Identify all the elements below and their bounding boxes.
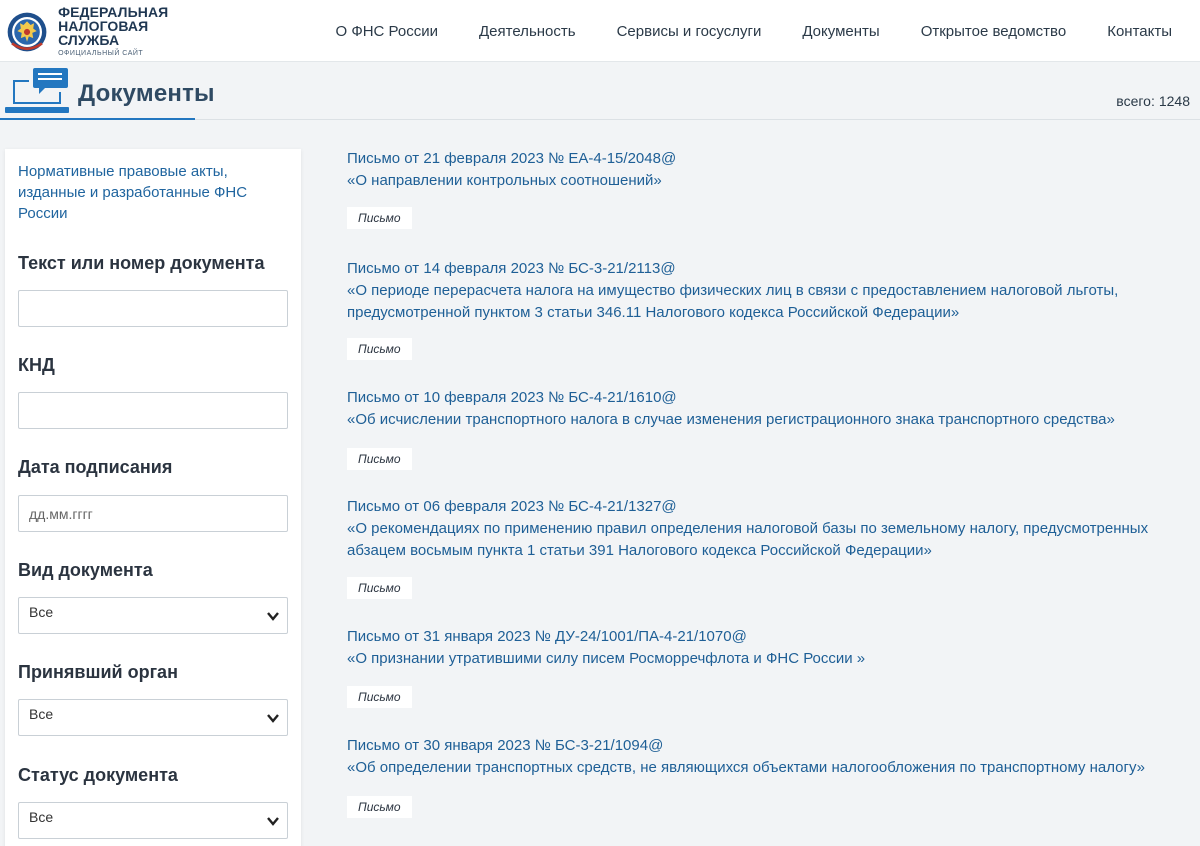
nav-item-contacts[interactable]: Контакты — [1107, 23, 1172, 40]
title-underline-accent — [0, 118, 195, 120]
document-subject: «О периоде перерасчета налога на имущест… — [347, 282, 1119, 299]
main-nav: О ФНС России Деятельность Сервисы и госу… — [294, 0, 1172, 62]
doc-type-value: Все — [29, 604, 54, 620]
document-subject-cont: абзацем восьмым пункта 1 статьи 391 Нало… — [347, 542, 932, 559]
list-item: Письмо от 30 января 2023 № БС-3-21/1094@… — [347, 735, 1195, 818]
nav-item-activity[interactable]: Деятельность — [479, 23, 576, 40]
list-item: Письмо от 31 января 2023 № ДУ-24/1001/ПА… — [347, 626, 1195, 708]
document-subject: «О направлении контрольных соотношений» — [347, 172, 662, 189]
documents-laptop-icon — [5, 68, 69, 113]
document-subject-cont: предусмотренной пунктом 3 статьи 346.11 … — [347, 304, 960, 321]
document-type-badge: Письмо — [347, 448, 412, 470]
document-link[interactable]: Письмо от 10 февраля 2023 № БС-4-21/1610… — [347, 387, 1195, 431]
fns-emblem-icon — [7, 12, 47, 52]
chevron-down-icon — [267, 612, 279, 621]
chevron-down-icon — [267, 817, 279, 826]
total-value: 1248 — [1158, 93, 1190, 109]
status-label: Статус документа — [18, 765, 178, 785]
logo-line-2: НАЛОГОВАЯ СЛУЖБА — [58, 18, 149, 48]
nav-item-documents[interactable]: Документы — [802, 23, 879, 40]
page-header: Документы всего: 1248 — [0, 62, 1200, 120]
text-number-label: Текст или номер документа — [18, 253, 265, 273]
list-item: Письмо от 10 февраля 2023 № БС-4-21/1610… — [347, 387, 1195, 470]
document-type-badge: Письмо — [347, 207, 412, 229]
document-link[interactable]: Письмо от 31 января 2023 № ДУ-24/1001/ПА… — [347, 626, 1195, 670]
document-number: Письмо от 31 января 2023 № ДУ-24/1001/ПА… — [347, 628, 747, 645]
section-link-normative-acts[interactable]: Нормативные правовые акты, изданные и ра… — [18, 161, 278, 224]
title-underline — [195, 119, 1200, 120]
site-logo[interactable]: ФЕДЕРАЛЬНАЯ НАЛОГОВАЯ СЛУЖБА ОФИЦИАЛЬНЫЙ… — [5, 5, 195, 57]
document-subject: «О рекомендациях по применению правил оп… — [347, 520, 1149, 537]
document-link[interactable]: Письмо от 06 февраля 2023 № БС-4-21/1327… — [347, 496, 1195, 562]
document-type-badge: Письмо — [347, 338, 412, 360]
filter-sidebar: Нормативные правовые акты, изданные и ра… — [5, 149, 301, 846]
sign-date-label: Дата подписания — [18, 457, 173, 477]
document-type-badge: Письмо — [347, 796, 412, 818]
document-subject: «О признании утратившими силу писем Росм… — [347, 650, 866, 667]
document-number: Письмо от 21 февраля 2023 № ЕА-4-15/2048… — [347, 150, 677, 167]
nav-item-open-agency[interactable]: Открытое ведомство — [921, 23, 1067, 40]
agency-select[interactable]: Все — [18, 699, 288, 736]
top-bar: ФЕДЕРАЛЬНАЯ НАЛОГОВАЯ СЛУЖБА ОФИЦИАЛЬНЫЙ… — [0, 0, 1200, 62]
status-select[interactable]: Все — [18, 802, 288, 839]
list-item: Письмо от 21 февраля 2023 № ЕА-4-15/2048… — [347, 148, 1195, 229]
list-item: Письмо от 14 февраля 2023 № БС-3-21/2113… — [347, 258, 1195, 360]
nav-item-about[interactable]: О ФНС России — [335, 23, 438, 40]
document-number: Письмо от 06 февраля 2023 № БС-4-21/1327… — [347, 498, 677, 515]
page-title: Документы — [78, 80, 215, 107]
agency-value: Все — [29, 706, 54, 722]
document-number: Письмо от 30 января 2023 № БС-3-21/1094@ — [347, 737, 664, 754]
doc-type-label: Вид документа — [18, 560, 153, 580]
text-number-input[interactable] — [18, 290, 288, 327]
knd-input[interactable] — [18, 392, 288, 429]
nav-item-services[interactable]: Сервисы и госуслуги — [617, 23, 762, 40]
sign-date-input[interactable] — [18, 495, 288, 532]
logo-line-3: ОФИЦИАЛЬНЫЙ САЙТ — [58, 50, 144, 57]
document-number: Письмо от 10 февраля 2023 № БС-4-21/1610… — [347, 389, 677, 406]
status-value: Все — [29, 809, 54, 825]
document-link[interactable]: Письмо от 14 февраля 2023 № БС-3-21/2113… — [347, 258, 1195, 324]
document-link[interactable]: Письмо от 21 февраля 2023 № ЕА-4-15/2048… — [347, 148, 1195, 192]
chevron-down-icon — [267, 714, 279, 723]
agency-label: Принявший орган — [18, 662, 178, 682]
doc-type-select[interactable]: Все — [18, 597, 288, 634]
document-type-badge: Письмо — [347, 577, 412, 599]
document-number: Письмо от 14 февраля 2023 № БС-3-21/2113… — [347, 260, 676, 277]
total-count: всего: 1248 — [1116, 93, 1190, 109]
total-label: всего: — [1116, 93, 1155, 109]
list-item: Письмо от 06 февраля 2023 № БС-4-21/1327… — [347, 496, 1195, 599]
knd-label: КНД — [18, 355, 55, 375]
document-subject: «Об определении транспортных средств, не… — [347, 759, 1146, 776]
logo-line-1: ФЕДЕРАЛЬНАЯ — [58, 4, 169, 20]
logo-text: ФЕДЕРАЛЬНАЯ НАЛОГОВАЯ СЛУЖБА ОФИЦИАЛЬНЫЙ… — [58, 5, 195, 59]
document-subject: «Об исчислении транспортного налога в сл… — [347, 411, 1115, 428]
document-link[interactable]: Письмо от 30 января 2023 № БС-3-21/1094@… — [347, 735, 1195, 779]
document-type-badge: Письмо — [347, 686, 412, 708]
